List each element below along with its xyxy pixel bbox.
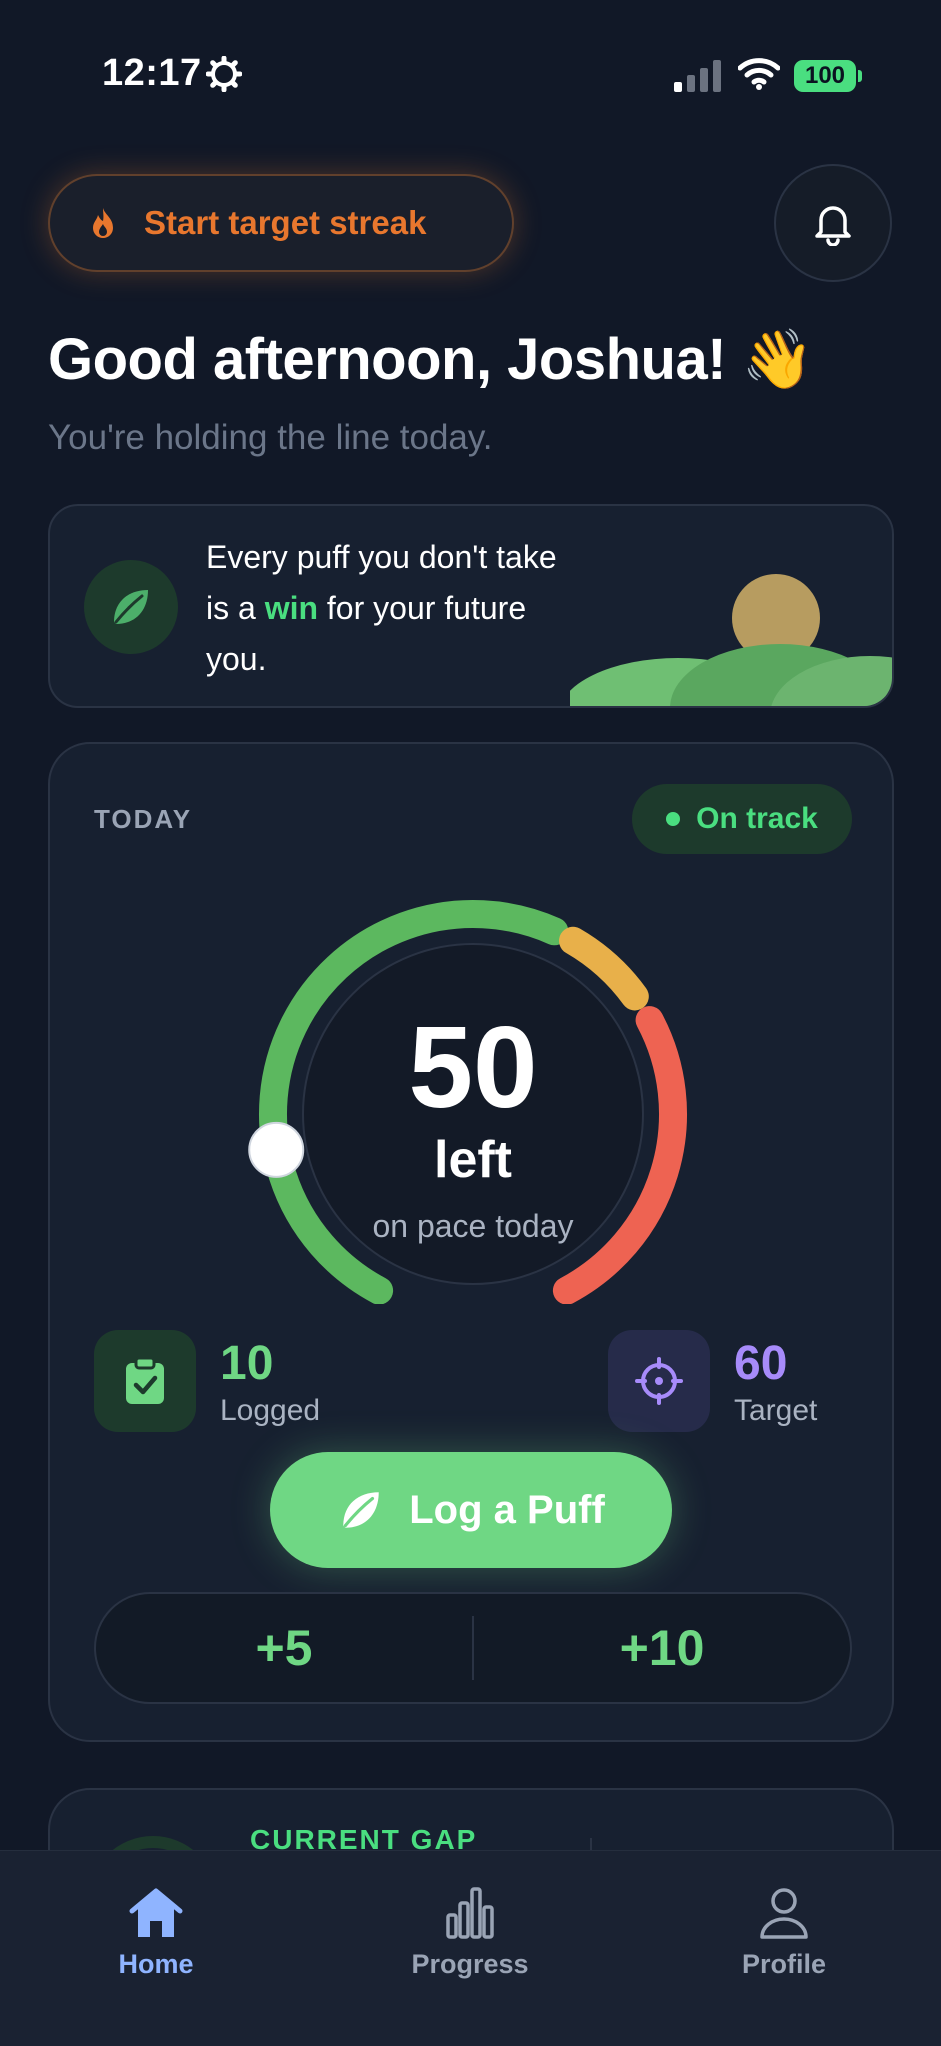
- puffs-remaining-label: left: [434, 1131, 512, 1189]
- logged-icon-badge: [94, 1330, 196, 1432]
- streak-label: Start target streak: [144, 204, 427, 241]
- battery-indicator: 100: [794, 60, 856, 92]
- logged-value: 10: [220, 1337, 274, 1390]
- bell-icon: [815, 206, 851, 246]
- notifications-button[interactable]: [774, 164, 892, 282]
- motivation-highlight: win: [264, 590, 319, 626]
- greeting-subtitle: You're holding the line today.: [48, 418, 493, 457]
- gear-icon: [206, 56, 242, 92]
- wifi-icon: [738, 58, 780, 90]
- logged-label: Logged: [220, 1394, 321, 1427]
- motivation-text: Every puff you don't take is a win for y…: [206, 532, 586, 685]
- puffs-remaining-value: 50: [408, 1002, 538, 1132]
- leaf-icon: [343, 1492, 379, 1528]
- flame-icon: [93, 208, 113, 238]
- today-card: TODAY On track 50 left on pace today 10 …: [48, 742, 894, 1742]
- home-icon: [129, 1888, 183, 1937]
- target-value: 60: [734, 1337, 788, 1390]
- tab-bar: Home Progress Profile: [0, 1850, 941, 2046]
- log-puff-label: Log a Puff: [409, 1487, 605, 1532]
- status-time: 12:17: [102, 52, 202, 94]
- tab-progress-label: Progress: [411, 1949, 529, 1979]
- leaf-badge: [84, 560, 178, 654]
- hills-sun-illustration: [570, 574, 892, 706]
- start-streak-button[interactable]: Start target streak: [48, 174, 514, 272]
- crosshair-icon: [635, 1357, 683, 1405]
- log-puff-button[interactable]: Log a Puff: [270, 1452, 672, 1568]
- motivation-card: Every puff you don't take is a win for y…: [48, 504, 894, 708]
- tab-profile[interactable]: Profile: [674, 1887, 894, 1980]
- quick-add-group: +5 +10: [94, 1592, 852, 1704]
- add-10-button[interactable]: +10: [474, 1594, 850, 1702]
- tab-profile-label: Profile: [741, 1949, 827, 1979]
- target-label: Target: [734, 1394, 818, 1427]
- battery-cap: [858, 70, 862, 82]
- tab-home-label: Home: [118, 1949, 194, 1979]
- bar-chart-icon: [446, 1887, 494, 1939]
- pace-label: on pace today: [372, 1208, 574, 1244]
- greeting-title: Good afternoon, Joshua! 👋: [48, 327, 814, 392]
- leaf-icon: [114, 590, 148, 624]
- tab-progress[interactable]: Progress: [360, 1887, 580, 1980]
- add-5-button[interactable]: +5: [96, 1594, 472, 1702]
- clipboard-check-icon: [126, 1356, 164, 1404]
- user-icon: [760, 1888, 808, 1939]
- tab-home[interactable]: Home: [46, 1887, 266, 1980]
- cellular-signal-icon: [674, 60, 721, 92]
- target-icon-badge: [608, 1330, 710, 1432]
